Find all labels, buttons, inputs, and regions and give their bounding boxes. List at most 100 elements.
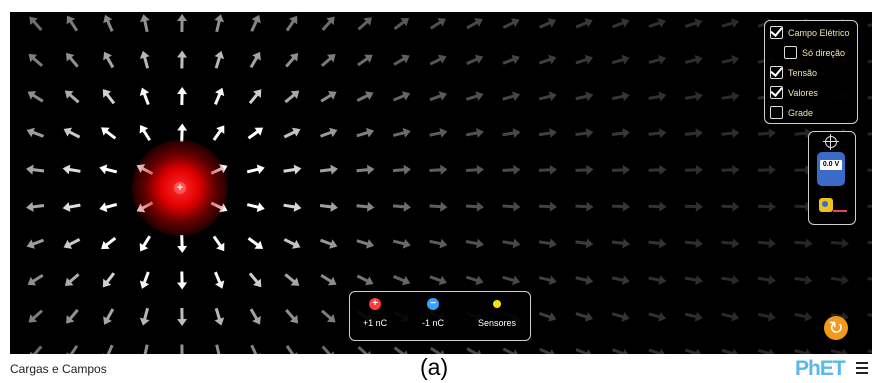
voltage-checkbox[interactable]: Tensão [770,66,817,79]
field-arrow [177,87,188,106]
field-arrow [611,312,630,322]
field-arrow [502,54,520,65]
positive-charge[interactable]: + [174,182,186,194]
field-arrow [611,275,630,286]
sensors-source[interactable]: Sensores [472,298,522,328]
field-arrow [29,16,43,32]
field-arrow [429,127,448,138]
field-arrow [139,271,150,289]
field-arrow [502,201,521,212]
field-arrow [102,89,116,105]
field-arrow [830,238,849,249]
tools-panel: 0.0 V [808,131,856,225]
field-arrow [356,91,374,102]
direction-only-checkbox[interactable]: Só direção [784,46,845,59]
field-arrow [357,346,372,354]
field-arrow [611,201,630,212]
field-arrow [26,164,45,175]
field-arrow [684,201,703,212]
field-arrow [429,54,447,66]
field-arrow [62,164,81,175]
field-arrow [757,238,776,249]
field-arrow [320,53,336,67]
field-arrow [466,54,484,66]
field-arrow [139,125,152,142]
field-arrow [284,90,300,104]
hamburger-icon[interactable] [856,362,868,374]
field-arrow [319,238,338,249]
field-arrow [538,54,557,65]
field-arrow [575,201,594,212]
field-arrow [64,273,80,286]
field-arrow [466,18,483,30]
field-arrow [103,344,114,354]
field-arrow [575,348,593,354]
sensors-label: Sensores [477,318,517,328]
field-arrow [611,238,630,249]
field-arrow [721,164,740,175]
crosshair-icon[interactable] [823,134,839,150]
electric-field-checkbox[interactable]: Campo Elétrico [770,26,850,39]
field-arrow [575,54,594,65]
field-arrow [684,91,703,102]
voltmeter-reading: 0.0 V [820,160,842,170]
field-arrow [139,50,150,69]
field-arrow [177,234,188,253]
field-arrow [248,272,262,288]
field-arrow [139,235,152,252]
measuring-tape-icon[interactable] [819,198,833,212]
field-arrow [794,311,813,322]
grid-checkbox[interactable]: Grade [770,106,813,119]
reset-button[interactable]: ↻ [824,316,848,340]
field-arrow [393,18,410,30]
values-checkbox[interactable]: Valores [770,86,818,99]
positive-charge-label: +1 nC [362,318,388,328]
field-arrow [648,201,667,212]
negative-charge-label: -1 nC [421,318,444,328]
field-arrow [575,312,594,322]
field-arrow [143,344,149,354]
field-arrow [465,128,484,138]
voltmeter[interactable]: 0.0 V [817,152,845,186]
field-arrow [575,18,593,29]
field-arrow [27,273,44,286]
field-arrow [794,348,813,354]
field-arrow [320,309,336,323]
field-arrow [867,21,872,28]
field-arrow [575,238,594,249]
positive-charge-source[interactable]: + +1 nC [355,298,395,328]
field-arrow [648,128,667,139]
field-arrow [99,202,118,213]
field-arrow [321,16,335,31]
field-arrow [214,271,225,289]
field-arrow [611,128,630,139]
field-arrow [502,347,520,354]
field-arrow [356,274,374,286]
field-arrow [250,14,261,32]
field-arrow [757,128,776,139]
field-arrow [575,128,594,139]
field-arrow [611,54,630,65]
field-arrow [648,18,666,29]
field-arrow [757,201,776,212]
field-arrow [101,236,117,250]
field-arrow [212,235,225,252]
field-arrow [392,201,411,212]
field-arrow [538,164,557,175]
field-arrow [757,275,776,285]
field-arrow [28,53,43,67]
field-arrow [721,348,740,354]
negative-charge-source[interactable]: − -1 nC [413,298,453,328]
field-arrow [867,240,872,245]
field-arrow [502,18,520,29]
field-arrow [177,271,188,290]
field-arrow [684,18,703,28]
field-arrow [248,89,262,105]
phet-logo[interactable]: PhET [795,357,846,381]
field-arrow [26,127,45,138]
field-arrow [611,18,630,29]
field-arrow [392,127,411,138]
field-arrow [538,91,557,102]
field-arrow [177,50,188,69]
sensor-icon [493,300,501,308]
